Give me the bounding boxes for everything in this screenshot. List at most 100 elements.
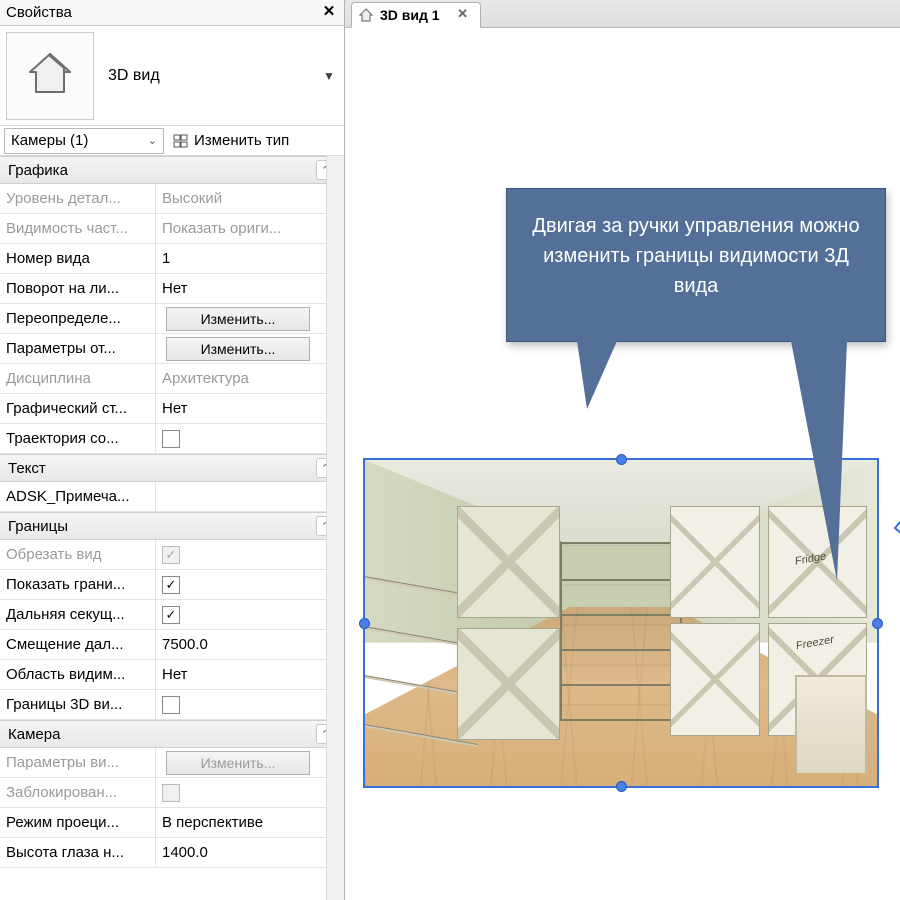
- property-value[interactable]: Нет: [156, 394, 344, 423]
- group-header[interactable]: Текст⌃⌃: [0, 454, 344, 482]
- property-label: Режим проеци...: [0, 808, 156, 837]
- property-value[interactable]: 7500.0: [156, 630, 344, 659]
- property-value[interactable]: [156, 482, 344, 511]
- view-tab-3d[interactable]: 3D вид 1 ✕: [351, 2, 481, 28]
- property-value[interactable]: 1400.0: [156, 838, 344, 867]
- property-label: Границы 3D ви...: [0, 690, 156, 719]
- checkbox[interactable]: ✓: [162, 606, 180, 624]
- property-label: Поворот на ли...: [0, 274, 156, 303]
- property-value[interactable]: ✓: [156, 570, 344, 599]
- property-value-text: Нет: [162, 400, 338, 417]
- group-header[interactable]: Камера⌃⌃: [0, 720, 344, 748]
- crop-handle-south[interactable]: [616, 781, 627, 792]
- property-label: Показать грани...: [0, 570, 156, 599]
- property-label: Уровень детал...: [0, 184, 156, 213]
- property-label: ADSK_Примеча...: [0, 482, 156, 511]
- group-label: Графика: [8, 162, 68, 179]
- type-dropdown-chevron-icon[interactable]: ▼: [320, 69, 338, 83]
- property-row: Высота глаза н... 1400.0: [0, 838, 344, 868]
- property-value-text: Нет: [162, 280, 338, 297]
- type-selector[interactable]: 3D вид ▼: [0, 26, 344, 126]
- drawing-canvas[interactable]: Fridge Freezer Двигая за ручки управлени…: [345, 28, 900, 900]
- property-value-text: Высокий: [162, 190, 338, 207]
- property-value: [156, 778, 344, 807]
- property-value: Архитектура: [156, 364, 344, 393]
- edit-button[interactable]: Изменить...: [166, 337, 310, 361]
- property-value: Показать ориги...: [156, 214, 344, 243]
- property-value[interactable]: Нет: [156, 660, 344, 689]
- property-grid: Графика⌃⌃Уровень детал... Высокий Видимост…: [0, 156, 344, 900]
- property-value-text: 1400.0: [162, 844, 338, 861]
- property-value-text: В перспективе: [162, 814, 338, 831]
- property-value[interactable]: [156, 690, 344, 719]
- property-row: Поворот на ли... Нет: [0, 274, 344, 304]
- property-label: Переопределе...: [0, 304, 156, 333]
- group-label: Текст: [8, 460, 46, 477]
- break-symbol-icon[interactable]: [893, 498, 900, 570]
- property-value-text: 1: [162, 250, 338, 267]
- property-label: Дальняя секущ...: [0, 600, 156, 629]
- property-value: Изменить...: [156, 334, 344, 363]
- property-row: ДисциплинаАрхитектура: [0, 364, 344, 394]
- property-value-text: Нет: [162, 666, 338, 683]
- property-value-text: Показать ориги...: [162, 220, 338, 237]
- edit-button: Изменить...: [166, 751, 310, 775]
- tab-close-button[interactable]: ✕: [456, 8, 470, 22]
- panel-close-button[interactable]: ✕: [320, 4, 338, 22]
- property-label: Область видим...: [0, 660, 156, 689]
- checkbox: [162, 784, 180, 802]
- property-label: Параметры от...: [0, 334, 156, 363]
- property-row: Уровень детал... Высокий: [0, 184, 344, 214]
- property-value: Изменить...: [156, 748, 344, 777]
- panel-header: Свойства ✕: [0, 0, 344, 26]
- type-thumbnail: [6, 32, 94, 120]
- panel-title: Свойства: [6, 4, 320, 21]
- property-row: Номер вида 1: [0, 244, 344, 274]
- house-icon: [24, 48, 76, 103]
- property-value: Изменить...: [156, 304, 344, 333]
- property-row: Видимость част...Показать ориги...: [0, 214, 344, 244]
- edit-type-button[interactable]: Изменить тип: [166, 132, 344, 150]
- property-label: Номер вида: [0, 244, 156, 273]
- property-row: Обрезать вид ✓: [0, 540, 344, 570]
- property-row: Параметры от... Изменить...: [0, 334, 344, 364]
- property-label: Параметры ви...: [0, 748, 156, 777]
- property-value: ✓: [156, 540, 344, 569]
- grid-scrollbar[interactable]: [326, 156, 344, 900]
- edit-type-label: Изменить тип: [194, 132, 289, 149]
- property-row: Область видим... Нет: [0, 660, 344, 690]
- crop-handle-north[interactable]: [616, 454, 627, 465]
- crop-handle-east[interactable]: [872, 618, 883, 629]
- checkbox[interactable]: [162, 696, 180, 714]
- view-tabbar: 3D вид 1 ✕: [345, 0, 900, 28]
- annotation-callout: Двигая за ручки управления можно изменит…: [506, 188, 886, 342]
- property-row: Показать грани... ✓: [0, 570, 344, 600]
- property-row: Заблокирован...: [0, 778, 344, 808]
- tab-label: 3D вид 1: [380, 7, 440, 23]
- crop-handle-west[interactable]: [359, 618, 370, 629]
- property-label: Высота глаза н...: [0, 838, 156, 867]
- instance-row: Камеры (1) ⌄ Изменить тип: [0, 126, 344, 156]
- property-row: Графический ст...Нет: [0, 394, 344, 424]
- callout-text: Двигая за ручки управления можно изменит…: [532, 215, 859, 297]
- group-header[interactable]: Графика⌃⌃: [0, 156, 344, 184]
- property-value[interactable]: [156, 424, 344, 453]
- property-value[interactable]: В перспективе: [156, 808, 344, 837]
- type-label: 3D вид: [94, 67, 320, 85]
- property-row: Границы 3D ви...: [0, 690, 344, 720]
- checkbox: ✓: [162, 546, 180, 564]
- group-header[interactable]: Границы⌃⌃: [0, 512, 344, 540]
- property-row: Параметры ви... Изменить...: [0, 748, 344, 778]
- property-value[interactable]: ✓: [156, 600, 344, 629]
- group-label: Границы: [8, 518, 68, 535]
- property-label: Обрезать вид: [0, 540, 156, 569]
- edit-button[interactable]: Изменить...: [166, 307, 310, 331]
- property-label: Траектория со...: [0, 424, 156, 453]
- property-label: Заблокирован...: [0, 778, 156, 807]
- checkbox[interactable]: [162, 430, 180, 448]
- properties-panel: Свойства ✕ 3D вид ▼ Камеры (1) ⌄ Изменит…: [0, 0, 345, 900]
- checkbox[interactable]: ✓: [162, 576, 180, 594]
- property-value[interactable]: 1: [156, 244, 344, 273]
- instance-combo[interactable]: Камеры (1) ⌄: [4, 128, 164, 154]
- property-value[interactable]: Нет: [156, 274, 344, 303]
